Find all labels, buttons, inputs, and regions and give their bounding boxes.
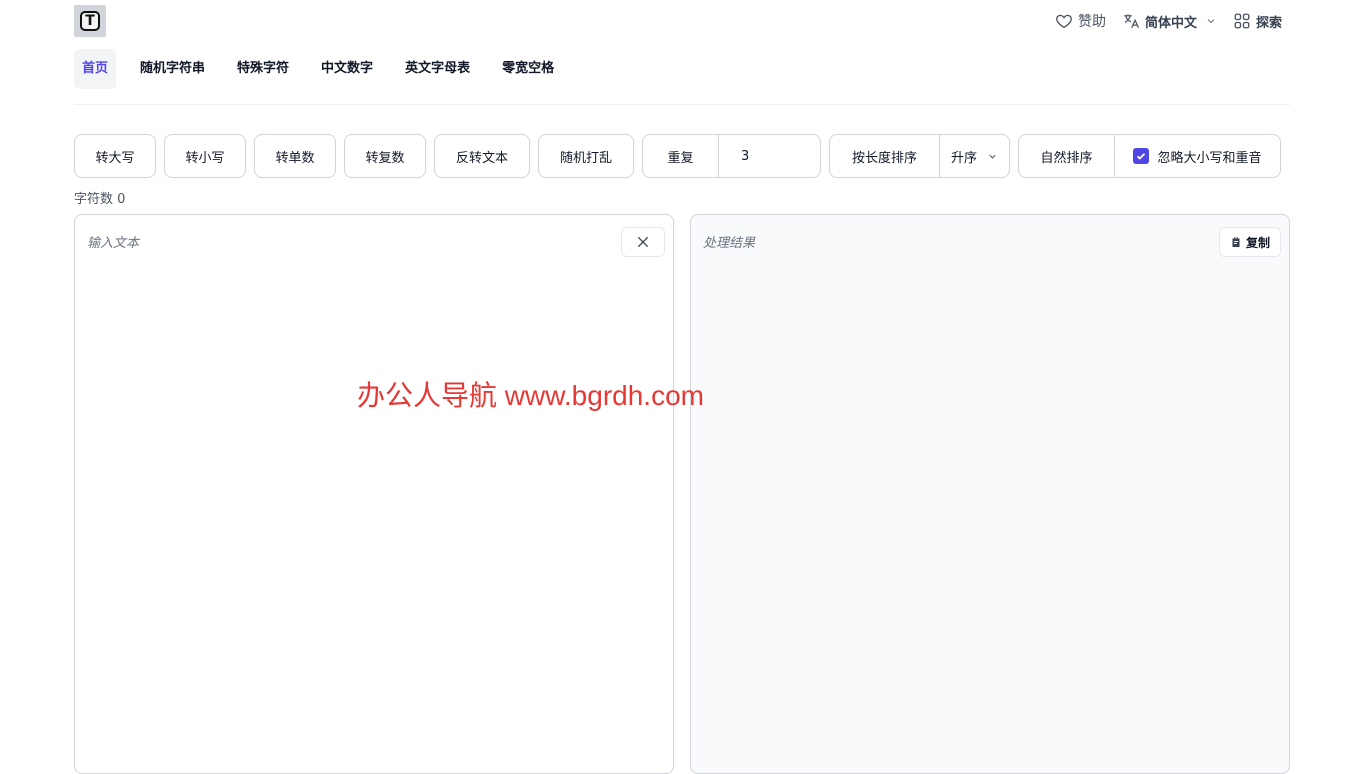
repeat-button[interactable]: 重复: [643, 135, 718, 177]
nav-item-special-chars[interactable]: 特殊字符: [229, 49, 297, 89]
repeat-group: 重复: [642, 134, 821, 178]
input-textarea[interactable]: 输入文本: [74, 214, 674, 774]
sort-by-length-button[interactable]: 按长度排序: [830, 135, 939, 177]
natural-sort-button[interactable]: 自然排序: [1019, 135, 1114, 177]
ignore-case-toggle[interactable]: 忽略大小写和重音: [1114, 135, 1280, 177]
natural-sort-group: 自然排序 忽略大小写和重音: [1018, 134, 1281, 178]
chevron-down-icon: [989, 154, 996, 159]
repeat-count-wrapper: [718, 135, 820, 177]
translate-icon: [1124, 14, 1140, 29]
input-placeholder: 输入文本: [87, 236, 140, 251]
output-area[interactable]: 处理结果 复制: [690, 214, 1290, 774]
reverse-button[interactable]: 反转文本: [434, 134, 530, 178]
ignore-case-label: 忽略大小写和重音: [1157, 150, 1262, 166]
heart-icon: [1056, 14, 1072, 29]
shuffle-button[interactable]: 随机打乱: [538, 134, 634, 178]
plural-button[interactable]: 转复数: [344, 134, 426, 178]
sort-order-select[interactable]: 升序: [939, 135, 1009, 177]
nav-divider: [74, 104, 1290, 105]
app-logo[interactable]: T: [74, 5, 106, 37]
grid-icon: [1234, 13, 1250, 29]
clipboard-icon: [1232, 237, 1240, 247]
language-label: 简体中文: [1144, 15, 1197, 31]
output-placeholder: 处理结果: [703, 236, 756, 251]
main-nav: 首页 随机字符串 特殊字符 中文数字 英文字母表 零宽空格: [74, 49, 578, 89]
clear-button[interactable]: [621, 227, 665, 257]
sponsor-label: 赞助: [1077, 14, 1106, 30]
nav-item-alphabet[interactable]: 英文字母表: [397, 49, 478, 89]
uppercase-button[interactable]: 转大写: [74, 134, 156, 178]
sponsor-link[interactable]: 赞助: [1055, 11, 1106, 31]
header-actions: 赞助 简体中文 探索: [1039, 10, 1282, 32]
close-icon: [637, 236, 649, 248]
copy-label: 复制: [1245, 235, 1270, 250]
watermark-text: 办公人导航 www.bgrdh.com: [357, 380, 704, 411]
nav-item-chinese-numbers[interactable]: 中文数字: [313, 49, 381, 89]
sort-order-value: 升序: [950, 150, 977, 166]
sort-length-group: 按长度排序 升序: [829, 134, 1010, 178]
copy-button[interactable]: 复制: [1218, 227, 1281, 257]
lowercase-button[interactable]: 转小写: [164, 134, 246, 178]
explore-label: 探索: [1255, 15, 1282, 31]
nav-item-home[interactable]: 首页: [74, 49, 117, 89]
repeat-count-input[interactable]: [719, 148, 811, 164]
singular-button[interactable]: 转单数: [254, 134, 336, 178]
logo-letter: T: [80, 11, 100, 31]
language-select[interactable]: 简体中文: [1122, 12, 1217, 31]
nav-item-random-string[interactable]: 随机字符串: [132, 49, 213, 89]
ignore-case-checkbox[interactable]: [1133, 148, 1150, 164]
check-icon: [1137, 153, 1146, 160]
explore-link[interactable]: 探索: [1233, 12, 1282, 31]
nav-item-zero-width-space[interactable]: 零宽空格: [494, 49, 562, 89]
chevron-down-icon: [1207, 19, 1215, 24]
char-count: 字符数 0: [74, 192, 126, 207]
